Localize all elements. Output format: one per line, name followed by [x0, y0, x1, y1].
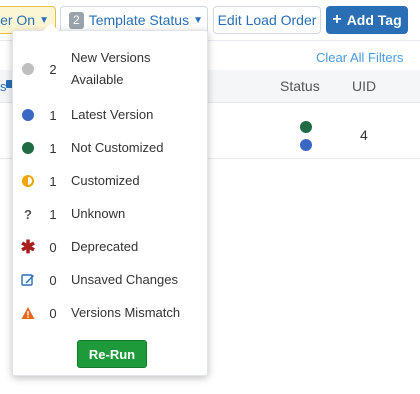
- add-tag-label: Add Tag: [346, 12, 402, 28]
- status-count: 1: [49, 173, 57, 189]
- status-filter-new-versions[interactable]: 2 New Versions Available: [13, 47, 209, 91]
- warning-icon: [21, 306, 35, 320]
- edit-load-order-button[interactable]: Edit Load Order: [213, 6, 321, 34]
- template-count-badge: 2: [69, 11, 84, 29]
- status-count: 0: [49, 272, 57, 288]
- clear-all-filters-link[interactable]: Clear All Filters: [316, 50, 403, 65]
- edit-load-order-label: Edit Load Order: [217, 12, 317, 28]
- status-label: Deprecated: [71, 239, 139, 254]
- status-green-dot-icon: [300, 121, 312, 133]
- status-filter-latest-version[interactable]: 1 Latest Version: [13, 100, 209, 130]
- blue-dot-icon: [21, 108, 35, 122]
- plus-icon: +: [332, 11, 342, 28]
- column-header-status[interactable]: Status: [280, 78, 320, 94]
- dropdown-caret: [43, 23, 59, 31]
- status-label: New Versions Available: [71, 50, 151, 87]
- status-label: Unknown: [71, 206, 126, 221]
- status-label: Versions Mismatch: [71, 305, 181, 320]
- question-mark-icon: ?: [24, 206, 32, 222]
- status-label: Not Customized: [71, 140, 164, 155]
- status-filter-versions-mismatch[interactable]: 0 Versions Mismatch: [13, 298, 209, 328]
- asterisk-icon: ✱: [20, 237, 36, 257]
- status-filter-deprecated[interactable]: ✱ 0 Deprecated: [13, 232, 209, 262]
- add-tag-button[interactable]: + Add Tag: [326, 6, 408, 34]
- status-count: 0: [49, 239, 57, 255]
- green-dot-icon: [21, 141, 35, 155]
- template-status-dropdown: 2 New Versions Available 1 Latest Versio…: [12, 23, 209, 376]
- status-count: 1: [49, 206, 57, 222]
- status-filter-unsaved-changes[interactable]: 0 Unsaved Changes: [13, 265, 209, 295]
- uid-cell: 4: [360, 127, 368, 143]
- status-label: Customized: [71, 173, 140, 188]
- column-header-uid[interactable]: UID: [352, 78, 376, 94]
- status-count: 1: [49, 140, 57, 156]
- template-status-label: Template Status: [88, 12, 190, 28]
- status-label: Latest Version: [71, 107, 154, 122]
- status-filter-customized[interactable]: 1 Customized: [13, 166, 209, 196]
- status-filter-not-customized[interactable]: 1 Not Customized: [13, 133, 209, 163]
- status-count: 2: [49, 62, 57, 77]
- rerun-button[interactable]: Re-Run: [77, 340, 147, 368]
- edit-icon: [21, 273, 35, 287]
- status-count: 0: [49, 305, 57, 321]
- status-blue-dot-icon: [300, 139, 312, 151]
- half-circle-icon: [21, 174, 35, 188]
- status-filter-unknown[interactable]: ? 1 Unknown: [13, 199, 209, 229]
- status-label: Unsaved Changes: [71, 272, 178, 287]
- status-count: 1: [49, 107, 57, 123]
- gray-dot-icon: [21, 62, 35, 76]
- caret-down-icon: ▼: [193, 14, 203, 26]
- filter-on-label: er On: [0, 12, 36, 28]
